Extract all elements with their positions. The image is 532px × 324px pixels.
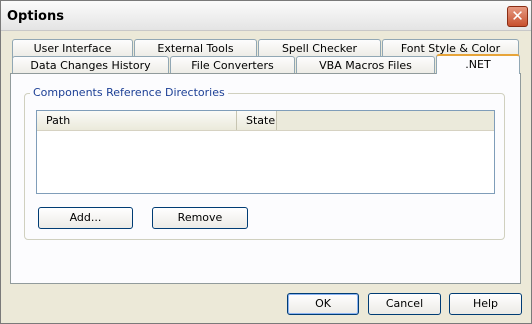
add-button[interactable]: Add...: [38, 207, 133, 229]
tab-dotnet[interactable]: .NET: [436, 54, 520, 74]
column-header-path[interactable]: Path: [37, 111, 237, 130]
remove-button[interactable]: Remove: [152, 207, 248, 229]
group-label: Components Reference Directories: [30, 86, 228, 99]
cancel-button[interactable]: Cancel: [368, 293, 441, 315]
list-body[interactable]: [37, 131, 494, 193]
close-icon: ✕: [511, 7, 524, 25]
close-button[interactable]: ✕: [507, 6, 528, 27]
list-header: Path State: [37, 111, 494, 131]
dialog-title: Options: [7, 9, 64, 24]
ok-button[interactable]: OK: [287, 293, 359, 315]
directories-list[interactable]: Path State: [36, 110, 495, 194]
title-bar[interactable]: Options ✕: [1, 1, 531, 31]
column-header-state[interactable]: State: [237, 111, 277, 130]
help-button[interactable]: Help: [449, 293, 522, 315]
